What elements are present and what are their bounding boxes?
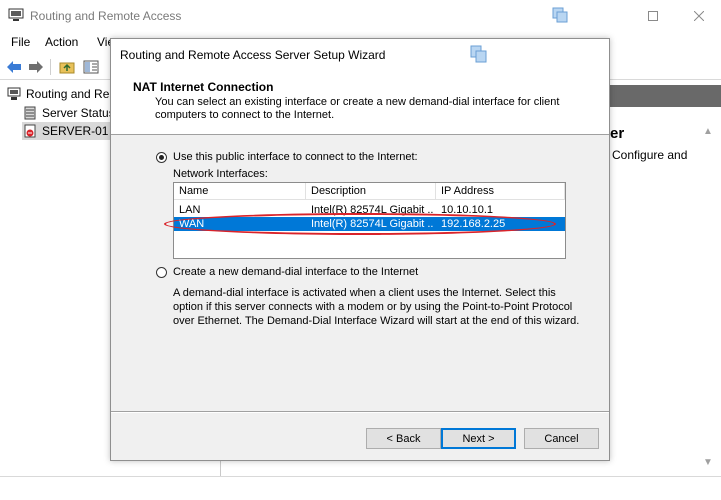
cell-name: LAN — [179, 204, 201, 216]
tree-item-server-status-label: Server Status — [42, 106, 115, 120]
close-icon[interactable] — [676, 0, 721, 31]
network-interfaces-list[interactable]: Name Description IP Address LAN Intel(R)… — [173, 182, 566, 259]
wizard-title: Routing and Remote Access Server Setup W… — [120, 48, 386, 62]
server-status-icon — [22, 105, 38, 121]
result-text: Configure and — [612, 148, 688, 162]
show-hide-tree-icon[interactable] — [82, 58, 100, 76]
cancel-button[interactable]: Cancel — [524, 428, 599, 449]
scroll-down-icon[interactable]: ▼ — [703, 457, 713, 468]
demand-dial-label[interactable]: Create a new demand-dial interface to th… — [173, 266, 418, 278]
demand-dial-description: A demand-dial interface is activated whe… — [173, 287, 580, 327]
wizard-subheading: You can select an existing interface or … — [155, 96, 560, 121]
server-tree-icon — [6, 86, 22, 102]
restore-windows-icon[interactable] — [537, 0, 583, 31]
cell-ip: 192.168.2.25 — [441, 218, 506, 230]
wizard-divider — [111, 411, 609, 413]
tree-item-server-01-label: SERVER-01 ( — [42, 124, 116, 138]
tree-item-root[interactable]: Routing and Rem — [6, 85, 119, 103]
app-titlebar: Routing and Remote Access — [0, 0, 721, 31]
maximize-icon[interactable] — [630, 0, 676, 31]
setup-wizard-dialog: Routing and Remote Access Server Setup W… — [110, 38, 610, 461]
next-button[interactable]: Next > — [441, 428, 516, 449]
up-folder-icon[interactable] — [58, 58, 76, 76]
back-arrow-icon[interactable] — [5, 58, 23, 76]
column-name[interactable]: Name — [174, 183, 306, 200]
forward-arrow-icon[interactable] — [27, 58, 45, 76]
app-title: Routing and Remote Access — [30, 9, 182, 23]
public-interface-label[interactable]: Use this public interface to connect to … — [173, 151, 418, 163]
demand-dial-radio[interactable] — [156, 267, 167, 278]
list-item-wan[interactable]: WAN Intel(R) 82574L Gigabit ... 192.168.… — [174, 217, 565, 231]
radio-selected-dot — [159, 155, 164, 160]
list-header: Name Description IP Address — [174, 183, 565, 200]
scroll-up-icon[interactable]: ▲ — [703, 126, 713, 137]
column-ip-address[interactable]: IP Address — [436, 183, 565, 200]
tree-item-root-label: Routing and Rem — [26, 87, 120, 101]
menu-action[interactable]: Action — [45, 35, 78, 49]
restore-windows-icon — [468, 44, 490, 66]
wizard-heading: NAT Internet Connection — [133, 80, 274, 94]
result-heading: er — [610, 125, 625, 142]
wizard-titlebar: Routing and Remote Access Server Setup W… — [111, 39, 609, 70]
back-button[interactable]: < Back — [366, 428, 441, 449]
public-interface-radio[interactable] — [156, 152, 167, 163]
menu-file[interactable]: File — [11, 35, 30, 49]
list-item-lan[interactable]: LAN Intel(R) 82574L Gigabit ... 10.10.10… — [174, 203, 565, 217]
routing-app-icon — [8, 8, 24, 22]
column-description[interactable]: Description — [306, 183, 436, 200]
cell-name: WAN — [179, 218, 205, 230]
cell-description: Intel(R) 82574L Gigabit ... — [311, 204, 434, 216]
server-down-icon — [22, 123, 38, 139]
cell-description: Intel(R) 82574L Gigabit ... — [311, 218, 434, 230]
toolbar-separator — [50, 59, 51, 75]
cell-ip: 10.10.10.1 — [441, 204, 493, 216]
network-interfaces-label: Network Interfaces: — [173, 168, 268, 180]
tree-item-server-status[interactable]: Server Status — [22, 104, 115, 122]
wizard-header: NAT Internet Connection You can select a… — [111, 70, 609, 135]
status-bar — [0, 476, 721, 500]
